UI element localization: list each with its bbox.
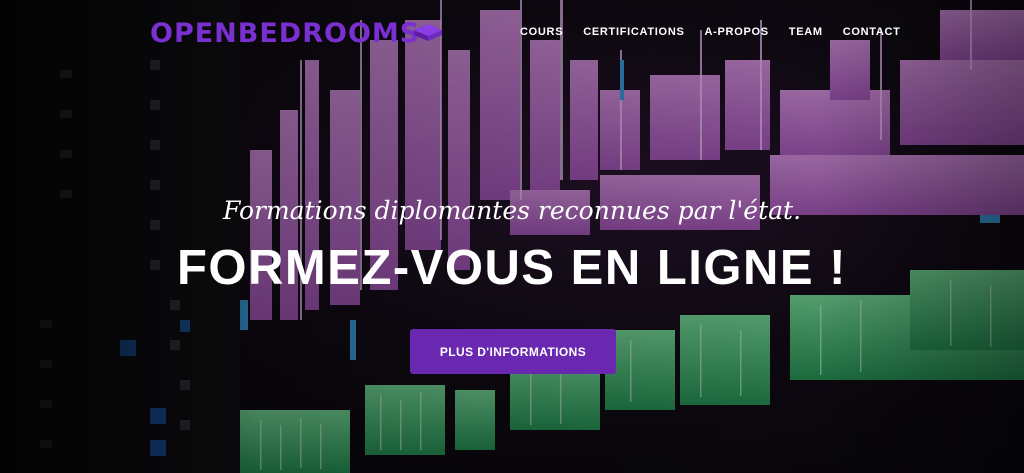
more-info-button[interactable]: PLUS D'INFORMATIONS bbox=[410, 329, 616, 374]
nav-link-team[interactable]: TEAM bbox=[789, 26, 823, 38]
navbar: OPENBEDROOMS COURS CERTIFICATIONS A-PROP… bbox=[0, 0, 1024, 66]
nav-link-cours[interactable]: COURS bbox=[520, 26, 563, 38]
nav-link-a-propos[interactable]: A-PROPOS bbox=[705, 26, 769, 38]
hero-subtitle: Formations diplomantes reconnues par l'é… bbox=[222, 196, 802, 225]
hero-overlay bbox=[0, 0, 1024, 473]
hero-section: OPENBEDROOMS COURS CERTIFICATIONS A-PROP… bbox=[0, 0, 1024, 473]
logo-cube-icon bbox=[414, 24, 442, 41]
nav-link-contact[interactable]: CONTACT bbox=[843, 26, 901, 38]
nav-link-certifications[interactable]: CERTIFICATIONS bbox=[583, 26, 684, 38]
brand-logo[interactable]: OPENBEDROOMS bbox=[150, 18, 420, 49]
nav-menu: COURS CERTIFICATIONS A-PROPOS TEAM CONTA… bbox=[520, 26, 901, 38]
hero-headline: FORMEZ-VOUS EN LIGNE ! bbox=[177, 241, 847, 295]
